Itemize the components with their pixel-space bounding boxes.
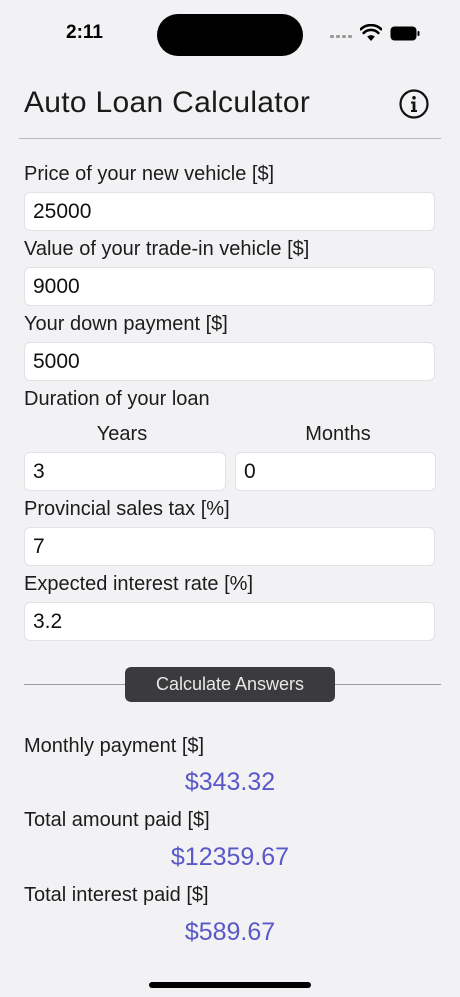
- app-title: Auto Loan Calculator: [24, 86, 311, 119]
- total-interest-label: Total interest paid [$]: [24, 884, 209, 906]
- status-bar: 2:11: [0, 0, 460, 64]
- title-divider: [19, 138, 441, 139]
- trade-in-input[interactable]: [24, 267, 435, 306]
- interest-rate-input[interactable]: [24, 602, 435, 641]
- down-payment-label: Your down payment [$]: [24, 313, 228, 335]
- status-time: 2:11: [66, 22, 103, 43]
- cellular-signal-icon: [330, 32, 354, 38]
- sales-tax-input[interactable]: [24, 527, 435, 566]
- total-amount-label: Total amount paid [$]: [24, 809, 210, 831]
- total-interest-value: $589.67: [184, 918, 276, 946]
- interest-rate-label: Expected interest rate [%]: [24, 573, 254, 595]
- months-label: Months: [305, 423, 371, 445]
- sales-tax-label: Provincial sales tax [%]: [24, 498, 230, 520]
- monthly-payment-label: Monthly payment [$]: [24, 735, 205, 757]
- info-icon[interactable]: [399, 89, 429, 119]
- months-input[interactable]: [235, 452, 436, 491]
- home-indicator[interactable]: [149, 982, 311, 988]
- calculate-answers-button[interactable]: Calculate Answers: [125, 667, 335, 702]
- dynamic-island: [157, 14, 303, 56]
- total-amount-value: $12359.67: [170, 843, 290, 871]
- down-payment-input[interactable]: [24, 342, 435, 381]
- calculate-divider-right: [335, 684, 441, 685]
- battery-icon: [390, 26, 420, 41]
- wifi-icon: [360, 24, 382, 41]
- price-label: Price of your new vehicle [$]: [24, 163, 275, 185]
- calculate-divider-left: [24, 684, 125, 685]
- price-input[interactable]: [24, 192, 435, 231]
- years-label: Years: [96, 423, 148, 445]
- years-input[interactable]: [24, 452, 226, 491]
- trade-in-label: Value of your trade-in vehicle [$]: [24, 238, 310, 260]
- duration-label: Duration of your loan: [24, 388, 210, 410]
- monthly-payment-value: $343.32: [184, 768, 276, 796]
